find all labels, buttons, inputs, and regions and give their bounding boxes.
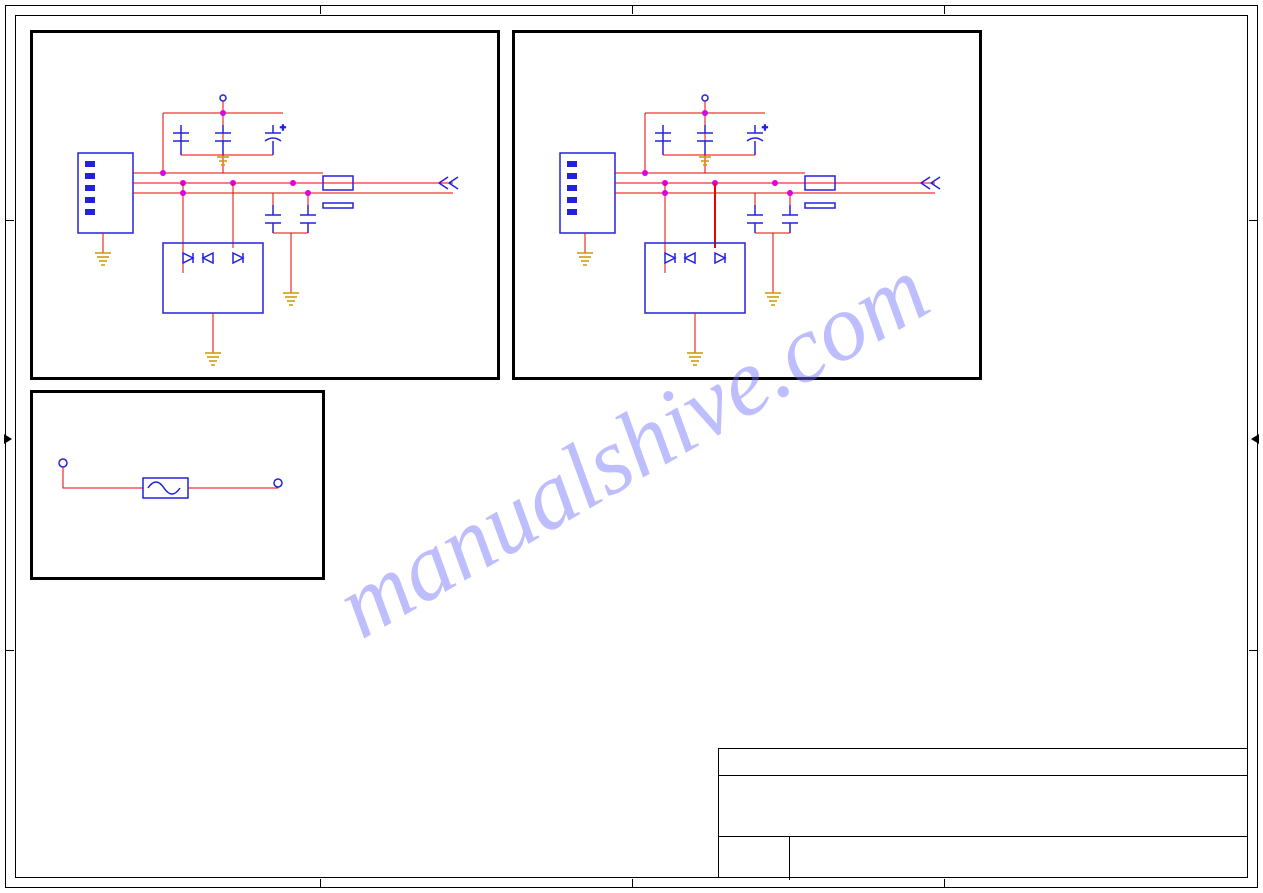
svg-text:+: + (762, 123, 768, 134)
ruler-arrow-right (1251, 434, 1259, 444)
titleblock-cell-b (790, 837, 1247, 880)
titleblock-cell-a (719, 837, 790, 880)
ruler-arrow-left (4, 434, 12, 444)
schematic-panel-1: + (30, 30, 500, 380)
titleblock-row-1 (719, 749, 1247, 776)
titleblock-row-2 (719, 776, 1247, 837)
schematic-panel-3 (30, 390, 325, 580)
schematic-panel-2: + (512, 30, 982, 380)
title-block (718, 748, 1248, 878)
svg-text:+: + (280, 123, 286, 134)
